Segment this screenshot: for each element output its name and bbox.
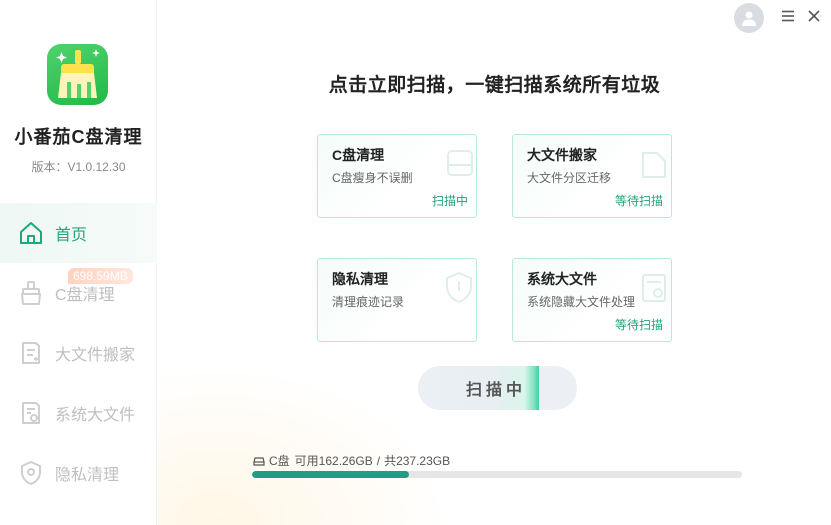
disk-separator: / bbox=[376, 453, 381, 468]
sidebar-item-large-file-move[interactable]: 大文件搬家 bbox=[0, 323, 157, 383]
system-file-icon bbox=[18, 400, 44, 426]
feature-card-large-file-move[interactable]: 大文件搬家 大文件分区迁移 等待扫描 bbox=[512, 134, 672, 218]
card-status: 扫描中 bbox=[431, 194, 468, 208]
system-file-icon bbox=[642, 274, 666, 302]
disk-usage-bar bbox=[252, 471, 742, 478]
drive-icon bbox=[253, 456, 265, 466]
sidebar-item-system-files[interactable]: 系统大文件 bbox=[0, 383, 157, 443]
sidebar-item-label: 系统大文件 bbox=[55, 407, 136, 424]
card-title: C盘清理 bbox=[332, 147, 385, 163]
sidebar-item-label: 隐私清理 bbox=[55, 467, 120, 484]
sidebar-item-privacy-clean[interactable]: 隐私清理 bbox=[0, 443, 157, 503]
scan-button[interactable]: 扫描中 bbox=[418, 366, 577, 410]
app-name: 小番茄C盘清理 bbox=[14, 127, 143, 147]
home-icon bbox=[18, 220, 44, 246]
scan-button-label: 扫描中 bbox=[465, 382, 526, 399]
card-status: 等待扫描 bbox=[614, 318, 663, 332]
close-icon[interactable] bbox=[806, 8, 822, 24]
file-move-icon bbox=[18, 340, 44, 366]
feature-card-c-clean[interactable]: C盘清理 C盘瘦身不误删 扫描中 bbox=[317, 134, 477, 218]
app-version: 版本：V1.0.12.30 bbox=[31, 160, 126, 174]
broom-icon bbox=[18, 280, 44, 306]
disk-total: 共237.23GB bbox=[384, 454, 451, 468]
sidebar: 小番茄C盘清理 版本：V1.0.12.30 首页 C盘清理 698.59MB 大… bbox=[0, 0, 157, 525]
shield-icon bbox=[18, 460, 44, 486]
disk-usage-fill bbox=[252, 471, 409, 478]
disk-available: 可用162.26GB bbox=[294, 454, 373, 468]
card-subtitle: 系统隐藏大文件处理 bbox=[527, 295, 636, 309]
user-avatar-icon[interactable] bbox=[734, 3, 764, 33]
card-subtitle: 清理痕迹记录 bbox=[332, 295, 405, 309]
app-logo bbox=[47, 44, 108, 105]
drive-label: C盘 bbox=[269, 454, 290, 468]
card-status: 等待扫描 bbox=[614, 194, 663, 208]
card-subtitle: C盘瘦身不误删 bbox=[332, 171, 413, 185]
card-subtitle: 大文件分区迁移 bbox=[527, 171, 612, 185]
shield-icon bbox=[446, 271, 472, 304]
feature-card-system-files[interactable]: 系统大文件 系统隐藏大文件处理 等待扫描 bbox=[512, 258, 672, 342]
disk-icon bbox=[447, 150, 473, 176]
page-headline: 点击立即扫描，一键扫描系统所有垃圾 bbox=[328, 75, 661, 96]
sidebar-item-label: C盘清理 bbox=[55, 287, 115, 304]
feature-card-privacy-clean[interactable]: 隐私清理 清理痕迹记录 bbox=[317, 258, 477, 342]
card-title: 系统大文件 bbox=[527, 271, 597, 287]
sidebar-item-home[interactable]: 首页 bbox=[0, 203, 157, 263]
folder-icon bbox=[642, 152, 666, 178]
sidebar-item-label: 首页 bbox=[55, 227, 88, 244]
card-title: 大文件搬家 bbox=[527, 147, 597, 163]
c-clean-size-badge: 698.59MB bbox=[68, 268, 133, 284]
disk-usage-info: C盘 可用162.26GB / 共237.23GB bbox=[253, 452, 450, 469]
card-title: 隐私清理 bbox=[332, 271, 388, 287]
sidebar-item-label: 大文件搬家 bbox=[55, 347, 136, 364]
menu-icon[interactable] bbox=[780, 8, 796, 24]
